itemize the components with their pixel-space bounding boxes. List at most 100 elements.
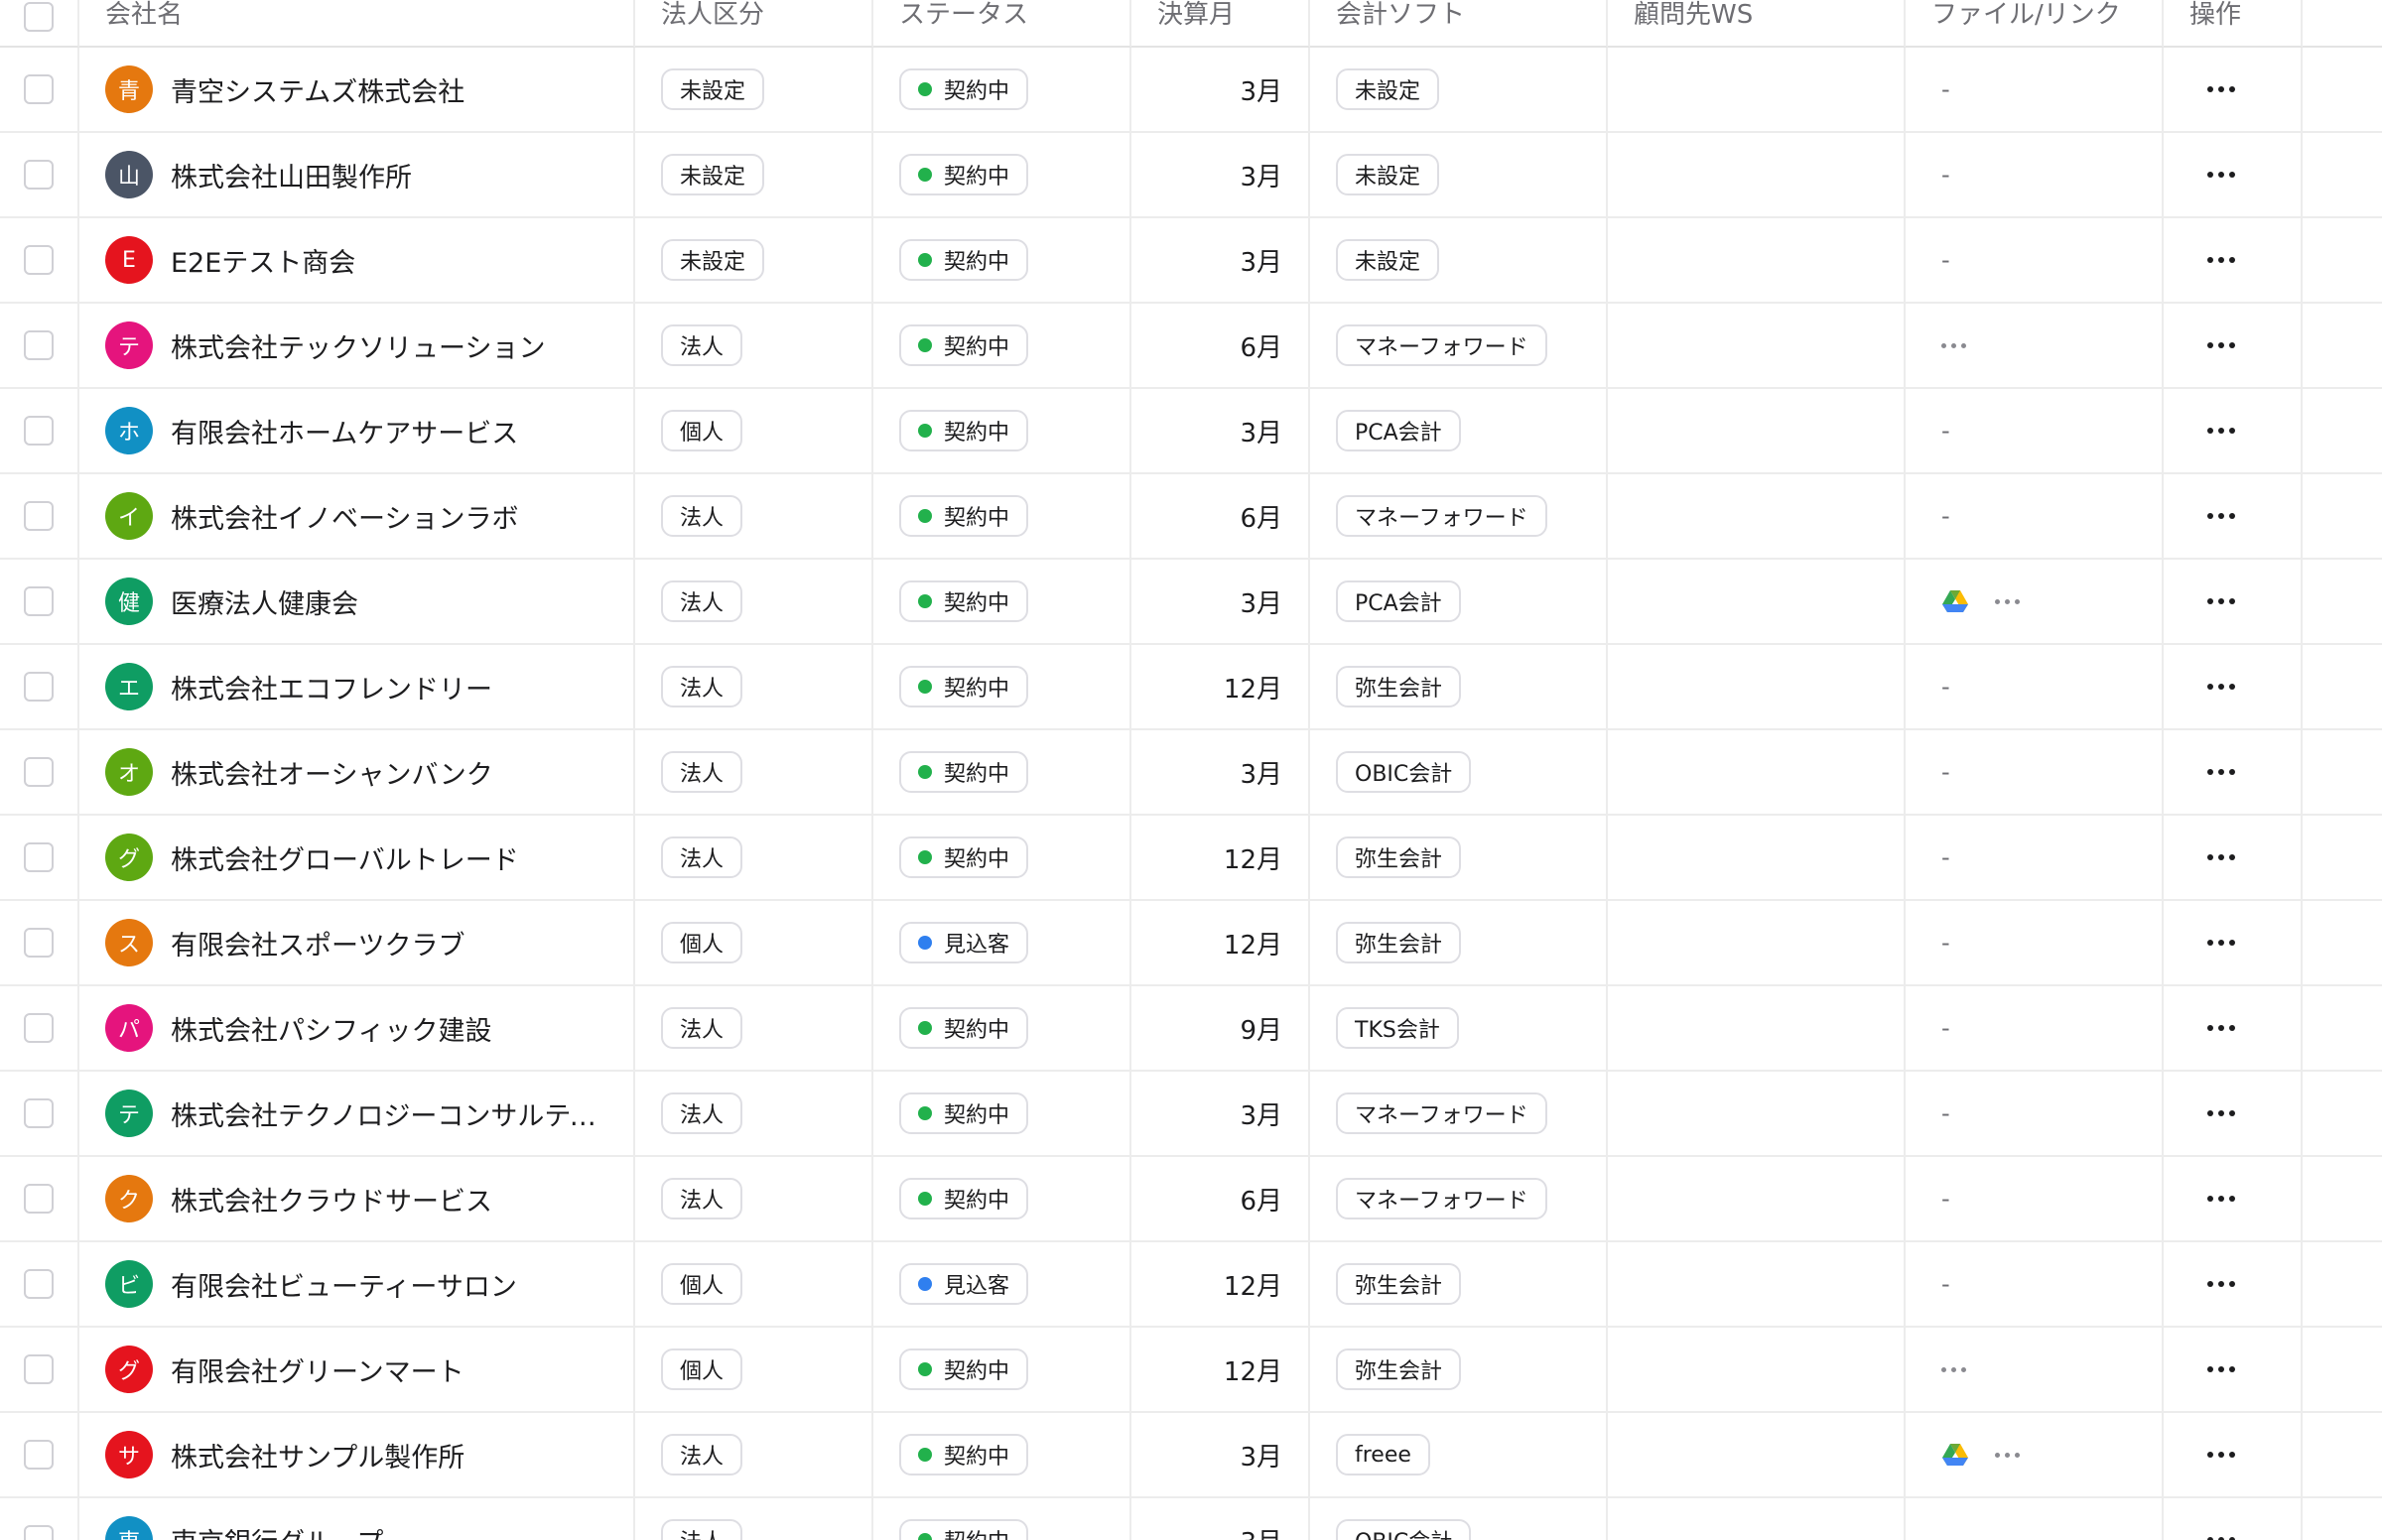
company-cell[interactable]: グ有限会社グリーンマート [79, 1328, 635, 1413]
row-checkbox[interactable] [24, 586, 54, 616]
company-name[interactable]: 株式会社サンプル製作所 [171, 1436, 464, 1475]
row-actions-menu-icon[interactable] [2207, 598, 2235, 604]
company-name[interactable]: 有限会社スポーツクラブ [171, 924, 464, 962]
entity-type-cell: 法人 [635, 730, 873, 816]
company-cell[interactable]: 青青空システムズ株式会社 [79, 48, 635, 133]
row-actions-menu-icon[interactable] [2207, 342, 2235, 348]
row-checkbox[interactable] [24, 1354, 54, 1384]
google-drive-icon[interactable] [1941, 588, 1969, 614]
header-files-links[interactable]: ファイル/リンク [1906, 0, 2164, 48]
company-cell[interactable]: ス有限会社スポーツクラブ [79, 901, 635, 986]
avatar: テ [105, 1090, 153, 1137]
row-checkbox[interactable] [24, 842, 54, 872]
company-name[interactable]: 株式会社パシフィック建設 [171, 1009, 491, 1048]
company-cell[interactable]: エ株式会社エコフレンドリー [79, 645, 635, 730]
company-name[interactable]: 株式会社テクノロジーコンサルティ... [171, 1094, 607, 1133]
header-accounting-software[interactable]: 会計ソフト [1310, 0, 1608, 48]
company-cell[interactable]: オ株式会社オーシャンバンク [79, 730, 635, 816]
company-cell[interactable]: ビ有限会社ビューティーサロン [79, 1242, 635, 1328]
company-cell[interactable]: イ株式会社イノベーションラボ [79, 474, 635, 560]
row-actions-menu-icon[interactable] [2207, 1025, 2235, 1031]
company-name[interactable]: 株式会社エコフレンドリー [171, 668, 492, 706]
row-actions-menu-icon[interactable] [2207, 257, 2235, 263]
company-cell[interactable]: ク株式会社クラウドサービス [79, 1157, 635, 1242]
row-checkbox[interactable] [24, 245, 54, 275]
google-drive-icon[interactable] [1941, 1442, 1969, 1468]
accounting-software-cell: freee [1310, 1413, 1608, 1498]
company-name[interactable]: 東京銀行グループ [171, 1521, 383, 1540]
more-horizontal-icon[interactable] [1941, 1366, 1966, 1372]
header-status[interactable]: ステータス [873, 0, 1131, 48]
company-name[interactable]: 有限会社ホームケアサービス [171, 412, 518, 450]
files-links-cell: - [1906, 730, 2164, 816]
company-cell[interactable]: ホ有限会社ホームケアサービス [79, 389, 635, 474]
company-name[interactable]: 青空システムズ株式会社 [171, 70, 464, 109]
row-checkbox[interactable] [24, 74, 54, 104]
row-checkbox[interactable] [24, 672, 54, 702]
company-name[interactable]: 株式会社イノベーションラボ [171, 497, 518, 536]
more-horizontal-icon[interactable] [1941, 342, 1966, 348]
company-name[interactable]: 株式会社オーシャンバンク [171, 753, 493, 792]
header-fiscal-month[interactable]: 決算月 [1131, 0, 1310, 48]
company-name[interactable]: E2Eテスト商会 [171, 241, 355, 280]
row-checkbox[interactable] [24, 1013, 54, 1043]
more-horizontal-icon[interactable] [1995, 598, 2020, 604]
row-actions-menu-icon[interactable] [2207, 1196, 2235, 1202]
company-name[interactable]: 医療法人健康会 [171, 582, 358, 621]
row-checkbox[interactable] [24, 501, 54, 531]
company-cell[interactable]: 健医療法人健康会 [79, 560, 635, 645]
row-checkbox[interactable] [24, 1184, 54, 1214]
row-actions-menu-icon[interactable] [2207, 940, 2235, 946]
company-name[interactable]: 有限会社グリーンマート [171, 1350, 464, 1389]
row-actions-menu-icon[interactable] [2207, 172, 2235, 178]
row-checkbox[interactable] [24, 928, 54, 958]
company-cell[interactable]: パ株式会社パシフィック建設 [79, 986, 635, 1072]
row-checkbox[interactable] [24, 160, 54, 190]
accounting-software-badge: マネーフォワード [1336, 324, 1547, 366]
row-select-cell [0, 730, 79, 816]
row-actions-menu-icon[interactable] [2207, 513, 2235, 519]
row-checkbox[interactable] [24, 416, 54, 446]
row-checkbox[interactable] [24, 1098, 54, 1128]
row-actions-menu-icon[interactable] [2207, 854, 2235, 860]
company-cell[interactable]: グ株式会社グローバルトレード [79, 816, 635, 901]
company-name[interactable]: 株式会社クラウドサービス [171, 1180, 492, 1219]
company-cell[interactable]: サ株式会社サンプル製作所 [79, 1413, 635, 1498]
select-all-checkbox[interactable] [24, 2, 54, 32]
row-actions-menu-icon[interactable] [2207, 1110, 2235, 1116]
actions-cell [2164, 1413, 2303, 1498]
company-name[interactable]: 株式会社グローバルトレード [171, 838, 519, 877]
row-actions-menu-icon[interactable] [2207, 1366, 2235, 1372]
row-checkbox[interactable] [24, 1269, 54, 1299]
row-actions-menu-icon[interactable] [2207, 428, 2235, 434]
row-checkbox[interactable] [24, 1525, 54, 1540]
company-name[interactable]: 株式会社山田製作所 [171, 156, 412, 194]
company-name[interactable]: 株式会社テックソリューション [171, 326, 545, 365]
company-cell[interactable]: テ株式会社テックソリューション [79, 304, 635, 389]
header-company[interactable]: 会社名 [79, 0, 635, 48]
company-cell[interactable]: 東東京銀行グループ [79, 1498, 635, 1540]
row-actions-menu-icon[interactable] [2207, 684, 2235, 690]
row-checkbox[interactable] [24, 330, 54, 360]
actions-cell [2164, 389, 2303, 474]
company-cell[interactable]: 山株式会社山田製作所 [79, 133, 635, 218]
company-name[interactable]: 有限会社ビューティーサロン [171, 1265, 517, 1304]
row-filler [2303, 1157, 2382, 1242]
row-select-cell [0, 218, 79, 304]
more-horizontal-icon[interactable] [1995, 1452, 2020, 1458]
header-advisor-ws[interactable]: 顧問先WS [1608, 0, 1906, 48]
row-checkbox[interactable] [24, 757, 54, 787]
fiscal-month-cell: 6月 [1131, 474, 1310, 560]
row-actions-menu-icon[interactable] [2207, 769, 2235, 775]
row-actions-menu-icon[interactable] [2207, 1281, 2235, 1287]
company-cell[interactable]: E E2Eテスト商会 [79, 218, 635, 304]
row-filler [2303, 986, 2382, 1072]
row-actions-menu-icon[interactable] [2207, 1452, 2235, 1458]
entity-type-badge: 法人 [661, 666, 743, 707]
accounting-software-cell: TKS会計 [1310, 986, 1608, 1072]
status-badge: 契約中 [899, 1092, 1029, 1134]
row-checkbox[interactable] [24, 1440, 54, 1470]
header-entity-type[interactable]: 法人区分 [635, 0, 873, 48]
company-cell[interactable]: テ株式会社テクノロジーコンサルティ... [79, 1072, 635, 1157]
row-actions-menu-icon[interactable] [2207, 86, 2235, 92]
